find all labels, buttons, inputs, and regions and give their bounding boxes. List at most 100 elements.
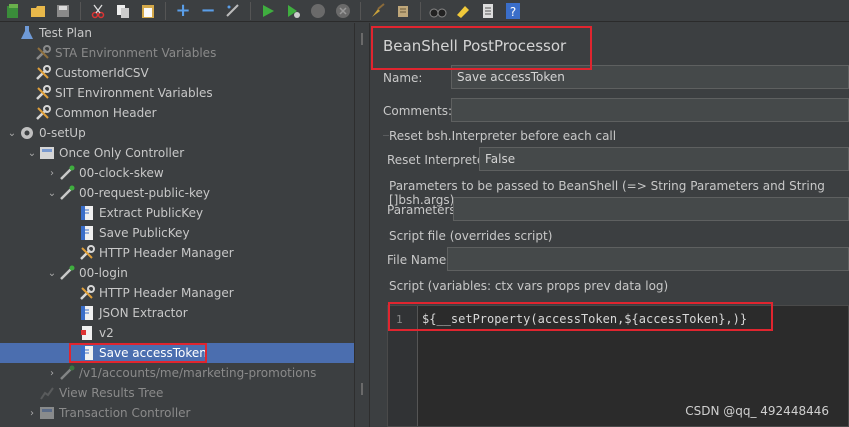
save-icon[interactable] (52, 0, 74, 21)
wrench-icon (34, 45, 52, 61)
tree-item[interactable]: STA Environment Variables (0, 43, 354, 63)
new-icon[interactable] (2, 0, 24, 21)
tree-item[interactable]: View Results Tree (0, 383, 354, 403)
tree-item-label: Extract PublicKey (99, 206, 204, 220)
tree-item[interactable]: SIT Environment Variables (0, 83, 354, 103)
toolbar-separator (165, 1, 166, 20)
tree-expander-icon[interactable]: › (46, 168, 58, 179)
tree-item[interactable]: Test Plan (0, 23, 354, 43)
script-icon (78, 305, 96, 321)
tree-item[interactable]: Extract PublicKey (0, 203, 354, 223)
wrench-icon (34, 65, 52, 81)
reset-interpreter-select[interactable]: False (479, 147, 849, 171)
name-label: Name: (383, 71, 423, 85)
wrench-icon (34, 85, 52, 101)
tree-expander-icon[interactable]: ⌄ (6, 128, 18, 139)
tree-item-label: View Results Tree (59, 386, 164, 400)
tree-item-label: /v1/accounts/me/marketing-promotions (79, 366, 317, 380)
script-highlight-box (388, 302, 773, 331)
cut-icon[interactable] (87, 0, 109, 21)
copy-icon[interactable] (112, 0, 134, 21)
comments-field[interactable] (451, 98, 849, 122)
file-name-label: File Name: (387, 253, 451, 267)
open-icon[interactable] (27, 0, 49, 21)
divider-grip (361, 383, 363, 395)
toolbar-separator (250, 1, 251, 20)
tree-item[interactable]: v2 (0, 323, 354, 343)
tree-item-label: CustomerIdCSV (55, 66, 149, 80)
tree-expander-icon[interactable]: › (46, 368, 58, 379)
script-icon (78, 205, 96, 221)
parameters-field[interactable] (453, 197, 849, 221)
sampler-icon (58, 265, 76, 281)
tree-expander-icon[interactable]: ⌄ (46, 188, 58, 199)
tree-item[interactable]: ⌄ 00-login (0, 263, 354, 283)
comments-label: Comments: (383, 104, 453, 118)
tree-item[interactable]: Save PublicKey (0, 223, 354, 243)
start-no-pause-icon[interactable] (282, 0, 304, 21)
tree-item-label: Save PublicKey (99, 226, 190, 240)
expand-icon[interactable]: + (172, 0, 194, 21)
shutdown-icon[interactable] (332, 0, 354, 21)
tree-item-label: SIT Environment Variables (55, 86, 213, 100)
tree-item[interactable]: ⌄ 00-request-public-key (0, 183, 354, 203)
tree-item[interactable]: ⌄ Once Only Controller (0, 143, 354, 163)
toolbar-separator (360, 1, 361, 20)
tree-item[interactable]: ⌄ 0-setUp (0, 123, 354, 143)
reset-section-title: Reset bsh.Interpreter before each call (389, 129, 617, 143)
tree-item-highlight-box (69, 343, 207, 363)
element-config-panel: BeanShell PostProcessor Name: Save acces… (371, 23, 849, 427)
flask-icon (18, 25, 36, 41)
toolbar: + − ? (0, 0, 849, 22)
tree-expander-icon[interactable]: ⌄ (46, 268, 58, 279)
clear-icon[interactable] (367, 0, 389, 21)
tree-item-label: v2 (99, 326, 114, 340)
title-highlight-box (371, 26, 592, 70)
tree-item[interactable]: HTTP Header Manager (0, 283, 354, 303)
sampler-icon (58, 185, 76, 201)
search-icon[interactable] (427, 0, 449, 21)
controller-icon (38, 405, 56, 421)
script-file-section-title: Script file (overrides script) (389, 229, 553, 243)
script-icon (78, 225, 96, 241)
wrench-icon (78, 285, 96, 301)
function-helper-icon[interactable] (477, 0, 499, 21)
tree-item[interactable]: › /v1/accounts/me/marketing-promotions (0, 363, 354, 383)
tree-item-label: JSON Extractor (99, 306, 188, 320)
toolbar-separator (80, 1, 81, 20)
toggle-icon[interactable] (222, 0, 244, 21)
file-name-field[interactable] (447, 247, 849, 271)
svg-text:?: ? (510, 5, 516, 19)
controller-icon (38, 145, 56, 161)
tree-item-label: HTTP Header Manager (99, 286, 234, 300)
sampler-icon (58, 365, 76, 381)
tree-item-label: 0-setUp (39, 126, 86, 140)
help-icon[interactable]: ? (502, 0, 524, 21)
tree-item[interactable]: CustomerIdCSV (0, 63, 354, 83)
tree-item[interactable]: › 00-clock-skew (0, 163, 354, 183)
tree-item[interactable]: › Transaction Controller (0, 403, 354, 423)
reset-search-icon[interactable] (452, 0, 474, 21)
start-icon[interactable] (257, 0, 279, 21)
divider-grip (361, 33, 363, 45)
script-section-title: Script (variables: ctx vars props prev d… (389, 279, 669, 293)
tree-item-label: Common Header (55, 106, 157, 120)
wrench-icon (34, 105, 52, 121)
tree-item-label: Transaction Controller (59, 406, 191, 420)
collapse-icon[interactable]: − (197, 0, 219, 21)
tree-item[interactable]: JSON Extractor (0, 303, 354, 323)
chart-icon (38, 385, 56, 401)
tree-expander-icon[interactable]: › (26, 408, 38, 419)
stop-icon[interactable] (307, 0, 329, 21)
tree-expander-icon[interactable]: ⌄ (26, 148, 38, 159)
tree-item[interactable]: Common Header (0, 103, 354, 123)
toolbar-separator (420, 1, 421, 20)
tree-item[interactable]: HTTP Header Manager (0, 243, 354, 263)
paste-icon[interactable] (137, 0, 159, 21)
tree-item-label: 00-clock-skew (79, 166, 164, 180)
tree-item-label: HTTP Header Manager (99, 246, 234, 260)
tree-item-label: 00-login (79, 266, 128, 280)
clear-all-icon[interactable] (392, 0, 414, 21)
test-plan-tree: Test Plan STA Environment Variables Custom… (0, 23, 354, 427)
split-pane-divider[interactable] (354, 23, 370, 427)
